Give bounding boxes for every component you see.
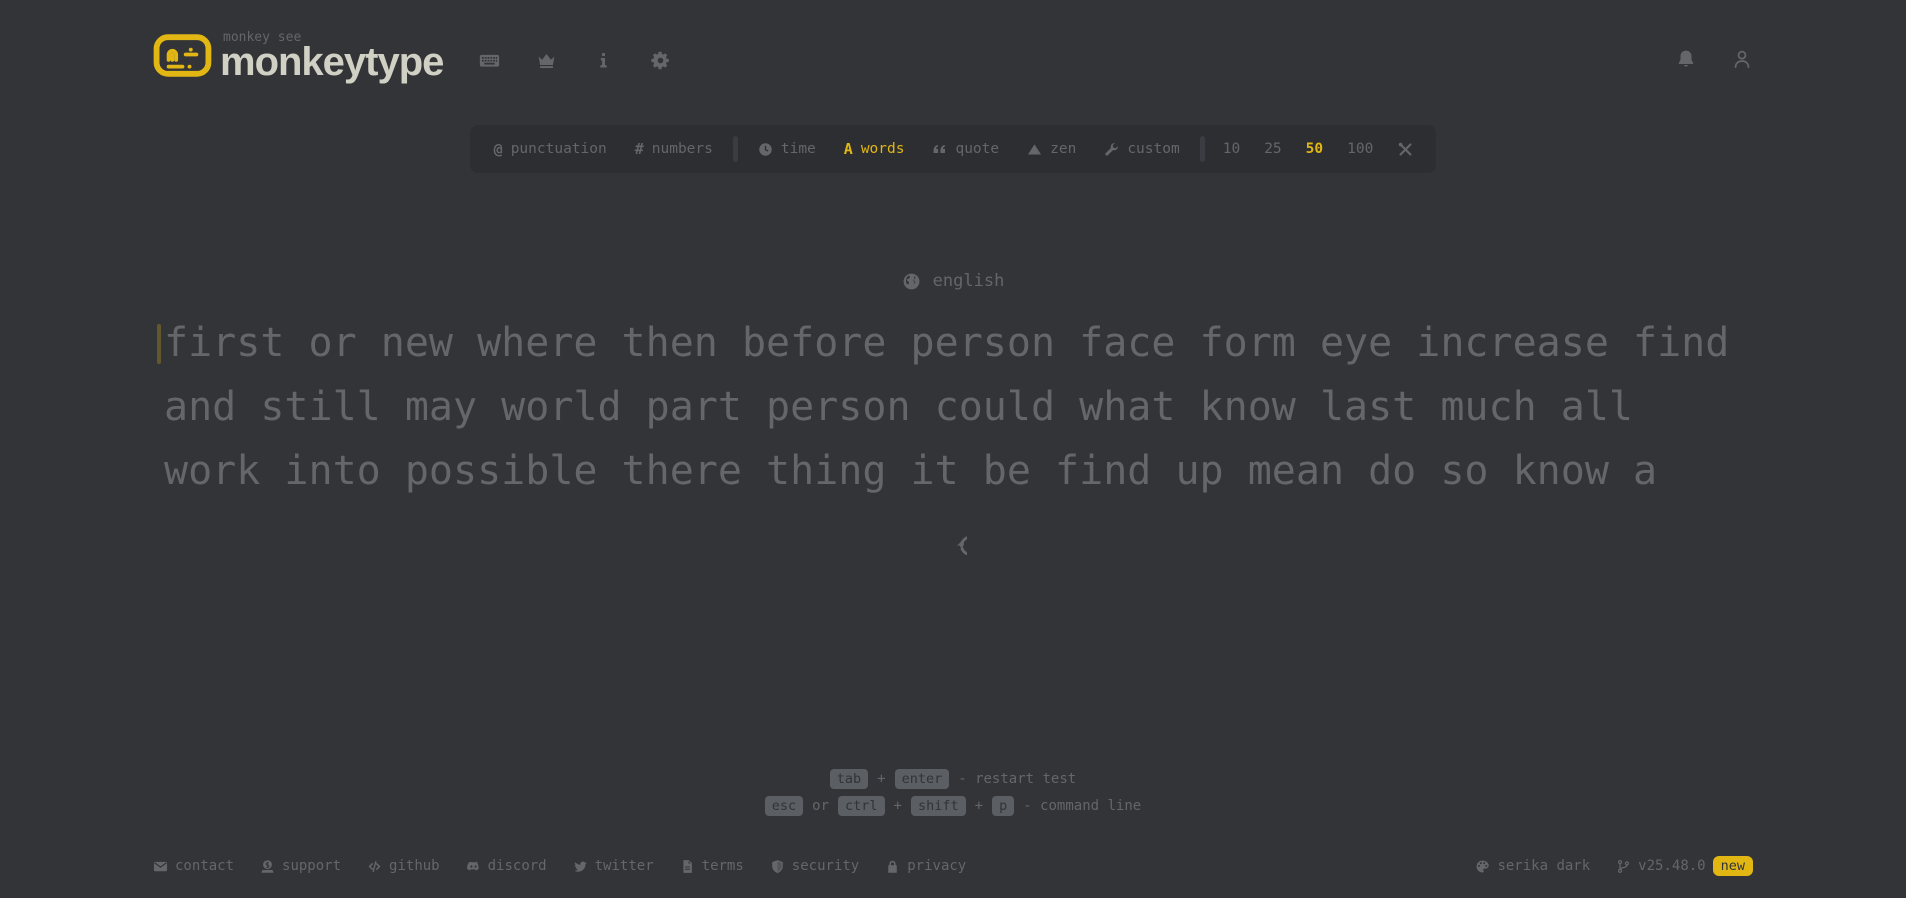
header: monkey see monkeytype [153,30,1753,84]
word-line-3: work into possible there thing it be fin… [164,448,1658,494]
settings-gear-icon[interactable] [650,50,671,71]
command-line-hint: esc or ctrl + shift + p - command line [764,796,1141,816]
crown-icon[interactable] [536,50,557,71]
terms-link[interactable]: terms [680,858,744,874]
logo[interactable]: monkey see monkeytype [153,31,444,84]
contact-link[interactable]: contact [153,858,234,874]
restart-row [0,535,1906,562]
mode-quote[interactable]: quote [918,125,1013,173]
key-shift: shift [910,796,966,816]
key-esc: esc [764,796,804,816]
count-50[interactable]: 50 [1294,125,1335,173]
key-enter: enter [894,769,950,789]
key-tab: tab [829,769,869,789]
clock-icon [758,142,773,157]
caret [157,324,161,364]
mode-zen[interactable]: zen [1013,125,1090,173]
donate-icon [260,859,275,874]
privacy-link[interactable]: privacy [885,858,966,874]
mode-words[interactable]: A words [830,125,919,173]
version-label: v25.48.0 [1638,858,1706,874]
notification-bell-icon[interactable] [1675,48,1697,70]
discord-icon [466,859,481,874]
count-100[interactable]: 100 [1335,125,1385,173]
file-icon [680,859,695,874]
restart-hint: tab + enter - restart test [829,769,1076,789]
lock-icon [885,859,900,874]
logo-title: monkeytype [220,40,444,84]
footer-links: contact support github discord twitter t… [153,858,966,874]
language-label: english [932,271,1005,291]
user-icon[interactable] [1731,48,1753,70]
monkeytype-logo-icon [153,34,212,77]
main-nav [479,50,671,71]
at-icon: @ [493,139,503,158]
test-config-row: @ punctuation # numbers time A words quo… [0,125,1906,173]
shield-icon [770,859,785,874]
count-10[interactable]: 10 [1211,125,1252,173]
word-line-1: first or new where then before person fa… [164,320,1730,366]
mode-time[interactable]: time [744,125,830,173]
test-config-bar: @ punctuation # numbers time A words quo… [469,125,1437,173]
words-area[interactable]: first or new where then before person fa… [157,311,1742,503]
key-ctrl: ctrl [838,796,885,816]
twitter-bird-icon [573,859,588,874]
language-selector[interactable]: english [0,271,1906,291]
git-branch-icon [1616,859,1631,874]
envelope-icon [153,859,168,874]
config-punctuation[interactable]: @ punctuation [480,125,621,173]
letter-a-icon: A [843,139,853,158]
count-25[interactable]: 25 [1252,125,1293,173]
footer-right: serika dark v25.48.0 new [1475,856,1753,876]
github-link[interactable]: github [367,858,440,874]
mountain-icon [1027,142,1042,157]
footer: contact support github discord twitter t… [153,856,1753,898]
version-button[interactable]: v25.48.0 new [1616,856,1753,876]
hash-icon: # [634,139,644,158]
header-right [1675,48,1753,70]
code-icon [367,859,382,874]
globe-icon [902,272,921,291]
security-link[interactable]: security [770,858,859,874]
theme-name: serika dark [1497,858,1591,874]
info-icon[interactable] [593,50,614,71]
keyboard-icon[interactable] [479,50,500,71]
custom-tools-icon[interactable] [1397,141,1414,158]
config-divider [1199,136,1205,162]
new-badge: new [1712,856,1753,876]
config-numbers[interactable]: # numbers [621,125,727,173]
key-p: p [992,796,1015,816]
quote-icon [932,142,947,157]
shortcut-hints: tab + enter - restart test esc or ctrl +… [0,769,1906,816]
word-line-2: and still may world part person could wh… [164,384,1634,430]
twitter-link[interactable]: twitter [573,858,654,874]
palette-icon [1475,859,1490,874]
support-link[interactable]: support [260,858,341,874]
config-divider [732,136,738,162]
discord-link[interactable]: discord [466,858,547,874]
theme-button[interactable]: serika dark [1475,858,1590,874]
restart-icon[interactable] [940,535,967,562]
wrench-icon [1104,142,1119,157]
mode-custom[interactable]: custom [1090,125,1193,173]
